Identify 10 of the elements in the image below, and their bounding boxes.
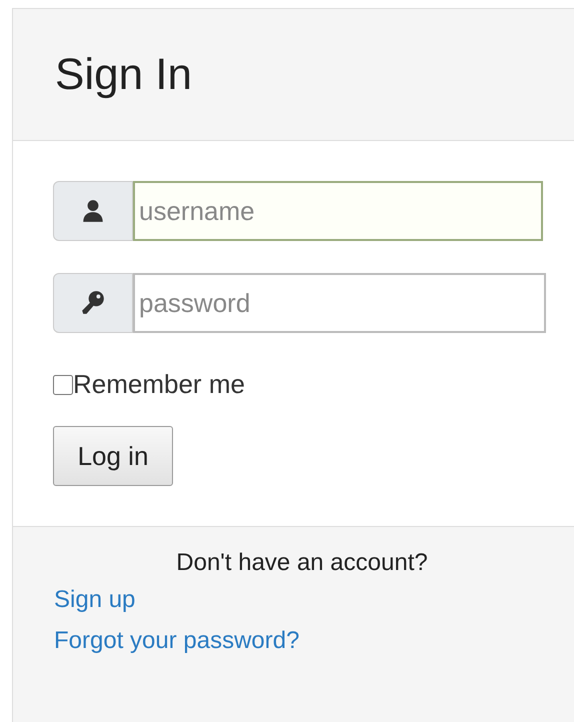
input-field[interactable]: password <box>133 273 546 333</box>
footer-link[interactable]: Forgot your password? <box>54 627 300 654</box>
signup-prompt: Don't have an account? <box>175 548 429 578</box>
input-field[interactable]: username <box>133 181 543 241</box>
key-icon <box>80 290 106 316</box>
footer-link[interactable]: Sign up <box>54 586 136 613</box>
log-in-button[interactable]: Log in <box>53 426 173 486</box>
remember-checkbox[interactable] <box>53 374 73 394</box>
remember-label: Remember me <box>73 368 245 401</box>
card-title: Sign In <box>55 48 192 100</box>
